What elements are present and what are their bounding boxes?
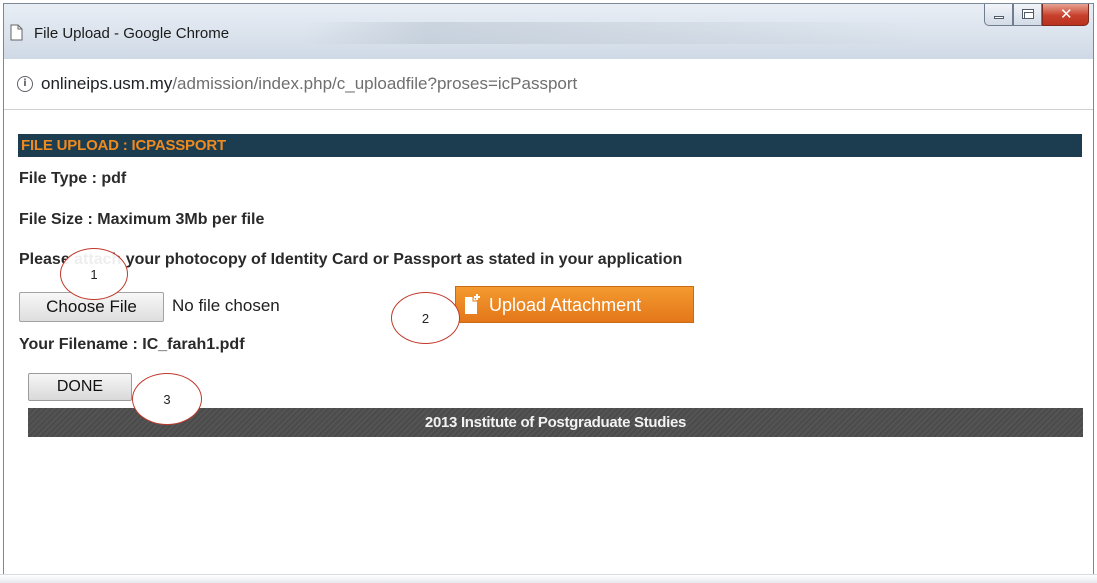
restore-icon [1022,9,1034,19]
callout-3: 3 [132,373,202,425]
blurred-tabs [304,22,924,44]
callout-2: 2 [391,292,460,344]
done-button[interactable]: DONE [28,373,132,401]
url-path: /admission/index.php/c_uploadfile?proses… [172,74,578,93]
close-button[interactable]: ✕ [1042,4,1089,26]
window-title: File Upload - Google Chrome [34,25,230,42]
page-icon [10,24,23,41]
file-type-text: File Type : pdf [19,170,127,187]
window-controls: ✕ [984,4,1089,28]
section-title: FILE UPLOAD : ICPASSPORT [21,137,226,154]
filename-text: Your Filename : IC_farah1.pdf [19,336,245,353]
url-text[interactable]: onlineips.usm.my/admission/index.php/c_u… [41,74,577,94]
info-icon[interactable]: i [17,76,33,92]
title-bar[interactable]: File Upload - Google Chrome ✕ [4,4,1093,59]
callout-1: 1 [60,248,128,300]
footer-text: 2013 Institute of Postgraduate Studies [424,414,687,431]
upload-attachment-button[interactable]: Upload Attachment [455,286,694,323]
address-bar[interactable]: i onlineips.usm.my/admission/index.php/c… [4,59,1093,110]
file-add-icon [465,294,480,314]
browser-window: File Upload - Google Chrome ✕ i onlineip… [3,3,1094,583]
section-header: FILE UPLOAD : ICPASSPORT [18,134,1082,157]
no-file-chosen-text: No file chosen [172,296,280,315]
window-bottom-edge [0,574,1097,583]
maximize-button[interactable] [1013,4,1042,26]
minimize-icon [994,16,1004,19]
page-content: FILE UPLOAD : ICPASSPORT File Type : pdf… [4,110,1093,583]
file-size-text: File Size : Maximum 3Mb per file [19,211,265,228]
minimize-button[interactable] [984,4,1013,26]
upload-attachment-label: Upload Attachment [489,295,642,315]
close-icon: ✕ [1060,5,1073,23]
url-domain: onlineips.usm.my [41,74,173,93]
